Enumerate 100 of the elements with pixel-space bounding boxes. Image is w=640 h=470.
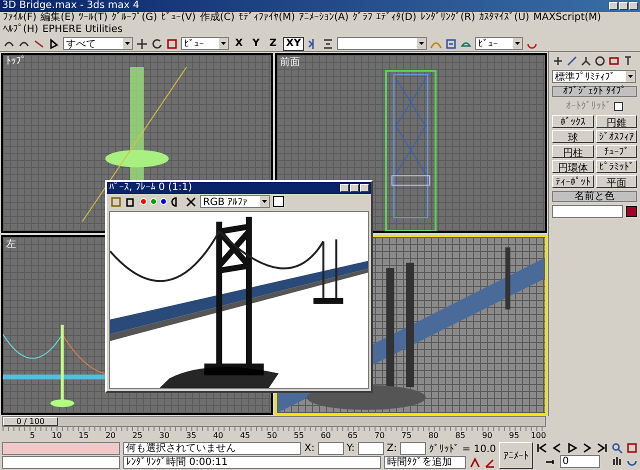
menu-item[interactable]: 作成(C) <box>200 12 235 24</box>
angle-snap-icon[interactable] <box>484 456 496 468</box>
category-dropdown[interactable]: 標準ﾌﾟﾘﾐﾃｨﾌﾞ <box>552 70 636 83</box>
viewport-label[interactable]: 左 <box>3 237 19 251</box>
axis-constraint-button[interactable]: Z <box>266 36 280 50</box>
viewport-label[interactable]: 前面 <box>277 55 303 69</box>
menu-item[interactable]: EPHERE Utilities <box>42 24 123 36</box>
primitive-button[interactable]: ﾋﾟﾗﾐｯﾄﾞ <box>596 160 637 173</box>
primitive-button[interactable]: 円環体 <box>552 160 594 173</box>
caret-icon <box>123 38 132 49</box>
maximize-button[interactable] <box>619 2 628 10</box>
caret-icon <box>219 38 228 49</box>
render-type-dropdown[interactable]: ﾋﾞｭｰ <box>474 37 523 50</box>
frame-tick-label: 20 <box>104 430 116 441</box>
menu-item[interactable]: ﾂｰﾙ(T) <box>78 12 108 24</box>
frame-tick-label: 90 <box>481 430 492 441</box>
primitive-button[interactable]: ﾃｨｰﾎﾟｯﾄ <box>552 175 594 188</box>
hierarchy-tab-icon[interactable] <box>580 55 592 67</box>
maximize-button[interactable] <box>350 184 359 192</box>
time-slider-track[interactable]: 0 / 100 <box>2 416 546 427</box>
selection-filter-dropdown[interactable]: すべて <box>63 37 133 50</box>
zoom-icon[interactable] <box>611 442 623 454</box>
menu-item[interactable]: ｸﾞﾙｰﾌﾟ(G) <box>112 12 158 24</box>
frame-ruler[interactable]: 5 10 15 20 25 30 35 40 45 50 55 60 65 70 75 80 85 90 95 100 <box>0 427 546 441</box>
frame-tick-label: 100 <box>530 430 546 441</box>
frame-tick-label: 60 <box>320 430 331 441</box>
grid-spacing-text: ｸﾞﾘｯﾄﾞ = 10.0 <box>428 442 496 454</box>
animate-button[interactable]: ｱﾆﾒｰﾄ <box>499 442 533 469</box>
z-coordinate-field[interactable] <box>400 442 426 455</box>
menu-item[interactable]: ﾌｧｲﾙ(F) <box>3 12 37 24</box>
menu-item[interactable]: ﾚﾝﾀﾞﾘﾝｸﾞ(R) <box>420 12 476 24</box>
frame-buffer-title: ﾊﾟｰｽ, ﾌﾚｰﾑ 0 (1:1) <box>109 182 192 194</box>
x-coordinate-field[interactable] <box>318 442 344 455</box>
menu-item[interactable]: ﾓﾃﾞｨﾌｧｲﾔ(M) <box>238 12 296 24</box>
zoom-all-icon[interactable] <box>626 442 638 454</box>
caret-icon <box>260 196 269 207</box>
menu-item[interactable]: 編集(E) <box>40 12 75 24</box>
primitive-button[interactable]: 円柱 <box>552 145 594 158</box>
y-label: Y: <box>346 443 355 454</box>
menu-item[interactable]: ｶｽﾀﾏｲｽﾞ(U) <box>479 12 530 24</box>
go-to-end-icon[interactable] <box>596 442 608 454</box>
frame-tick-label: 10 <box>50 430 62 441</box>
frame-tick-label: 70 <box>374 430 385 441</box>
close-button[interactable] <box>360 184 369 192</box>
axis-constraint-button[interactable]: X <box>232 36 246 50</box>
clear-icon[interactable] <box>185 196 197 208</box>
select-arrow-icon[interactable] <box>48 38 60 50</box>
reference-coordinate-dropdown[interactable]: ﾋﾞｭｰ <box>181 37 229 50</box>
previous-frame-icon[interactable] <box>551 442 563 454</box>
autogrid-checkbox[interactable] <box>614 102 623 110</box>
frame-tick-label: 25 <box>131 430 143 441</box>
menu-item[interactable]: ｸﾞﾗﾌ ｴﾃﾞｨﾀ(D) <box>352 12 416 24</box>
rollout-header[interactable]: ｵﾌﾞｼﾞｪｸﾄ ﾀｲﾌﾟ <box>552 86 637 97</box>
frame-tick-label: 35 <box>185 430 196 441</box>
move-icon[interactable] <box>136 38 148 50</box>
primitive-button[interactable]: ｼﾞｵｽﾌｨｱ <box>596 130 637 143</box>
menu-item[interactable]: ﾋﾞｭｰ(V) <box>161 12 196 24</box>
viewport-label[interactable]: ﾄｯﾌﾟ <box>3 55 29 67</box>
utilities-tab-icon[interactable] <box>622 55 634 67</box>
add-time-tag-field[interactable]: 時間ﾀｸﾞを追加 <box>384 456 466 469</box>
modify-tab-icon[interactable] <box>566 55 578 67</box>
pixel-color-swatch[interactable] <box>273 196 284 207</box>
frame-tick-label: 15 <box>78 430 89 441</box>
current-frame-field[interactable]: 0 <box>560 455 600 468</box>
caret-icon <box>626 71 635 82</box>
y-coordinate-field[interactable] <box>358 442 384 455</box>
primitive-button[interactable]: 円錐 <box>596 115 637 128</box>
rollout-header[interactable]: 名前と色 <box>552 191 637 202</box>
go-to-start-icon[interactable] <box>536 442 548 454</box>
primitive-button[interactable]: ﾎﾞｯｸｽ <box>552 115 594 128</box>
channel-dropdown[interactable]: RGB ｱﾙﾌｧ <box>200 195 270 208</box>
autogrid-label: ｵｰﾄｸﾞﾘｯﾄﾞ <box>566 100 611 112</box>
primitive-button[interactable]: 球 <box>552 130 594 143</box>
minimize-button[interactable] <box>609 2 618 10</box>
axis-constraint-button[interactable]: XY <box>283 36 304 50</box>
play-icon[interactable] <box>566 442 578 454</box>
copy-icon[interactable] <box>125 196 137 208</box>
time-slider-thumb[interactable]: 0 / 100 <box>3 417 58 426</box>
material-editor-icon[interactable] <box>444 38 457 50</box>
minimize-button[interactable] <box>340 184 349 192</box>
frame-tick-label: 75 <box>400 430 412 441</box>
align-icon[interactable] <box>322 38 334 50</box>
maxscript-input-field[interactable] <box>2 456 120 469</box>
close-button[interactable] <box>629 2 638 10</box>
display-tab-icon[interactable] <box>608 55 620 67</box>
scale-icon[interactable] <box>166 38 178 50</box>
primitive-button[interactable]: 平面 <box>596 175 637 188</box>
menu-item[interactable]: ﾍﾙﾌﾟ(H) <box>3 24 38 36</box>
create-tab-icon[interactable] <box>552 55 564 67</box>
object-color-swatch[interactable] <box>626 206 637 217</box>
next-frame-icon[interactable] <box>581 442 593 454</box>
frame-tick-label: 50 <box>266 430 278 441</box>
menu-item[interactable]: MAXScript(M) <box>533 12 602 24</box>
named-selection-dropdown[interactable] <box>336 37 427 50</box>
maxscript-listener-field[interactable] <box>2 442 120 455</box>
axis-constraint-button[interactable]: Y <box>249 36 263 50</box>
rotate-icon[interactable] <box>151 38 163 50</box>
object-name-field[interactable] <box>552 205 623 218</box>
primitive-button[interactable]: ﾁｭｰﾌﾞ <box>596 145 637 158</box>
menu-item[interactable]: ｱﾆﾒｰｼｮﾝ(A) <box>299 12 349 24</box>
